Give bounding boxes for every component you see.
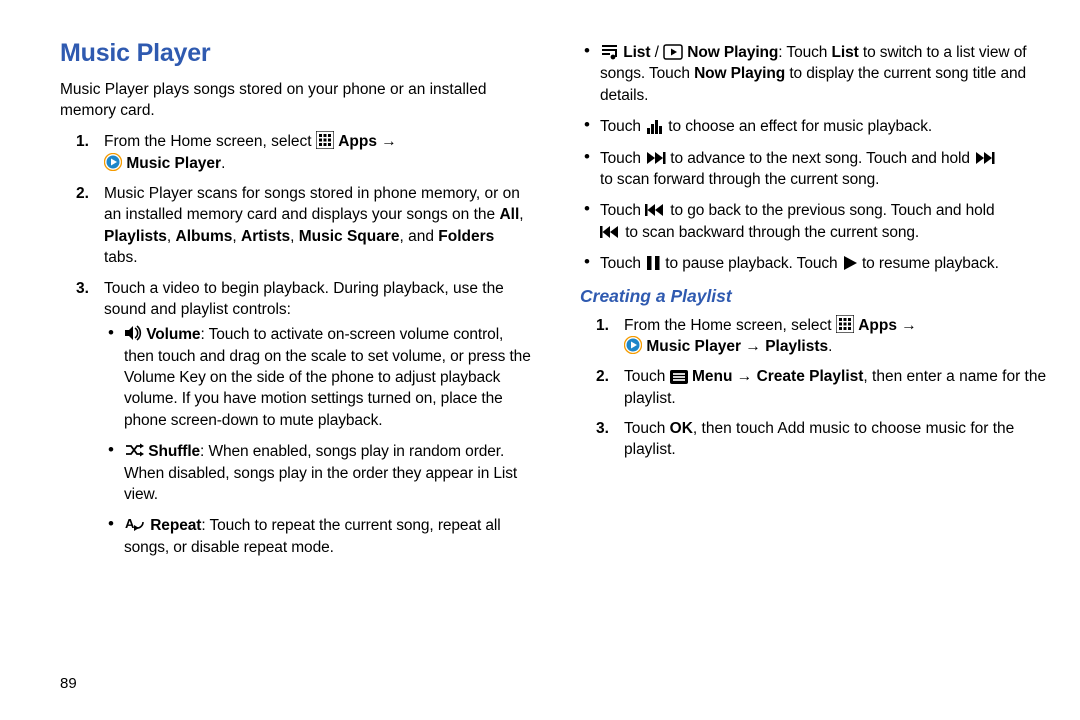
shuffle-icon xyxy=(124,441,144,459)
list-icon xyxy=(600,43,619,60)
music-player-icon xyxy=(104,153,122,171)
play-icon xyxy=(842,255,858,271)
music-player-icon xyxy=(624,336,642,354)
step-1: From the Home screen, select Apps → Musi… xyxy=(60,131,532,174)
next-icon xyxy=(974,150,995,166)
prev-icon xyxy=(645,202,666,218)
step-3: Touch a video to begin playback. During … xyxy=(60,278,532,559)
section-heading: Creating a Playlist xyxy=(580,284,1052,308)
left-column: Music Player Music Player plays songs st… xyxy=(60,36,532,700)
pl-step-1: From the Home screen, select Apps → Musi… xyxy=(580,315,1052,358)
right-column: List / Now Playing: Touch List to switch… xyxy=(580,36,1052,700)
bullet-shuffle: Shuffle: When enabled, songs play in ran… xyxy=(104,441,532,505)
step-2: Music Player scans for songs stored in p… xyxy=(60,183,532,269)
apps-icon xyxy=(316,131,334,149)
menu-icon xyxy=(670,370,688,384)
volume-icon xyxy=(124,324,142,342)
main-steps: From the Home screen, select Apps → Musi… xyxy=(60,131,532,558)
page-number: 89 xyxy=(60,675,77,692)
pl-step-2: Touch Menu → Create Playlist, then enter… xyxy=(580,366,1052,409)
bullet-pause: Touch to pause playback. Touch to resume… xyxy=(580,253,1052,274)
bullet-list-nowplaying: List / Now Playing: Touch List to switch… xyxy=(580,42,1052,106)
next-icon xyxy=(645,150,666,166)
bullet-volume: Volume: Touch to activate on-screen volu… xyxy=(104,324,532,431)
bullet-repeat: Repeat: Touch to repeat the current song… xyxy=(104,515,532,558)
pause-icon xyxy=(645,255,661,271)
apps-icon xyxy=(836,315,854,333)
repeat-icon xyxy=(124,515,146,533)
page-title: Music Player xyxy=(60,36,532,71)
bullet-next: Touch to advance to the next song. Touch… xyxy=(580,148,1052,191)
now-playing-icon xyxy=(663,44,683,60)
prev-icon xyxy=(600,224,621,240)
equalizer-icon xyxy=(645,118,664,134)
intro-text: Music Player plays songs stored on your … xyxy=(60,79,532,122)
pl-step-3: Touch OK, then touch Add music to choose… xyxy=(580,418,1052,461)
bullet-effect: Touch to choose an effect for music play… xyxy=(580,116,1052,137)
playlist-steps: From the Home screen, select Apps → Musi… xyxy=(580,315,1052,461)
bullet-prev: Touch to go back to the previous song. T… xyxy=(580,200,1052,243)
